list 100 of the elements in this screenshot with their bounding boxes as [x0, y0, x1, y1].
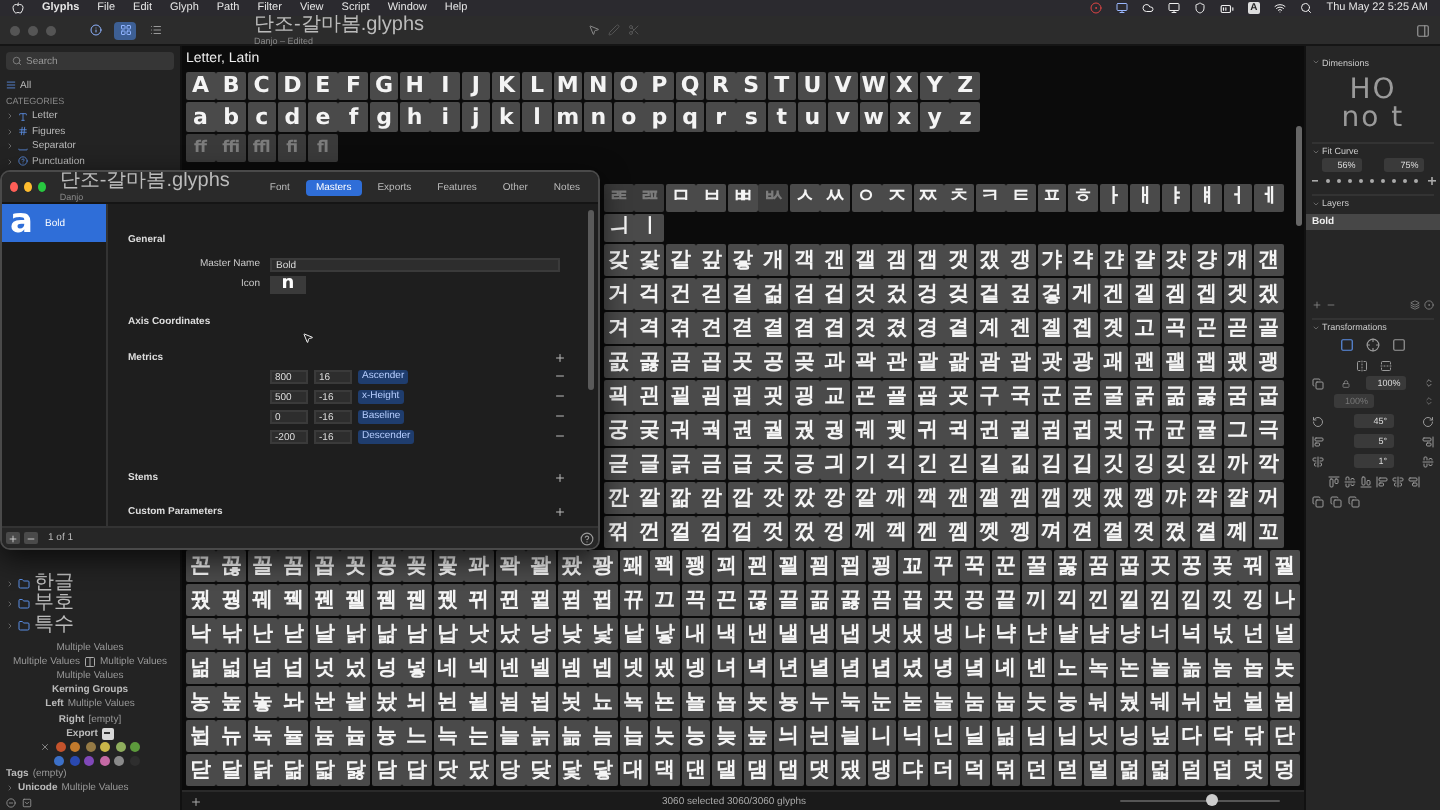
character-tile[interactable]: 넷: [619, 652, 649, 684]
character-tile[interactable]: 걋: [1161, 244, 1191, 276]
character-tile[interactable]: 경: [913, 312, 944, 344]
list-icon[interactable]: [149, 24, 161, 36]
character-tile[interactable]: 넜: [340, 652, 371, 684]
character-tile[interactable]: 담: [371, 754, 402, 786]
character-tile[interactable]: 그: [1223, 414, 1253, 446]
character-tile[interactable]: 놋: [1269, 652, 1300, 684]
character-tile[interactable]: 끈: [712, 584, 742, 616]
character-tile[interactable]: 꽂: [402, 550, 433, 582]
character-tile[interactable]: 괩: [1192, 346, 1222, 378]
color-swatch[interactable]: [69, 755, 80, 766]
character-tile[interactable]: 꼍: [1192, 516, 1222, 548]
character-tile[interactable]: 낯: [588, 618, 618, 650]
character-tile[interactable]: 댄: [681, 754, 711, 786]
character-tile[interactable]: 끊: [743, 584, 773, 616]
character-tile[interactable]: 껭: [1006, 516, 1036, 548]
character-tile[interactable]: 닉: [898, 720, 928, 752]
character-tile[interactable]: 뉘: [1177, 686, 1207, 718]
character-tile[interactable]: 같: [665, 244, 696, 276]
character-tile[interactable]: R: [706, 71, 736, 101]
character-tile[interactable]: 교: [820, 380, 851, 412]
character-tile[interactable]: 닿: [588, 754, 618, 786]
character-tile[interactable]: 깍: [1254, 448, 1284, 480]
character-tile[interactable]: 넴: [557, 652, 587, 684]
character-tile[interactable]: a: [186, 102, 215, 132]
character-tile[interactable]: 덞: [1115, 754, 1145, 786]
character-tile[interactable]: v: [828, 102, 858, 132]
character-tile[interactable]: ㅓ: [1223, 184, 1253, 212]
character-tile[interactable]: 갼: [1099, 244, 1129, 276]
character-tile[interactable]: 깁: [1068, 448, 1098, 480]
character-tile[interactable]: 낌: [1146, 584, 1176, 616]
add-icon[interactable]: [554, 506, 566, 518]
character-tile[interactable]: e: [308, 102, 338, 132]
character-tile[interactable]: 꿈: [1084, 550, 1114, 582]
character-tile[interactable]: 괸: [634, 380, 665, 412]
character-tile[interactable]: 냠: [1084, 618, 1114, 650]
zoom-button[interactable]: [37, 182, 46, 192]
character-tile[interactable]: 관: [882, 346, 913, 378]
character-tile[interactable]: B: [216, 71, 246, 101]
character-tile[interactable]: 넌: [1238, 618, 1269, 650]
character-tile[interactable]: ㅢ: [604, 214, 634, 242]
character-tile[interactable]: L: [522, 71, 552, 101]
character-tile[interactable]: ㅅ: [789, 184, 820, 212]
character-tile[interactable]: 껜: [913, 516, 944, 548]
character-tile[interactable]: 꽉: [495, 550, 526, 582]
character-tile[interactable]: 눗: [1022, 686, 1052, 718]
character-tile[interactable]: P: [644, 71, 674, 101]
character-tile[interactable]: 껍: [727, 516, 758, 548]
character-tile[interactable]: 곡: [1161, 312, 1191, 344]
character-tile[interactable]: 댐: [743, 754, 773, 786]
character-tile[interactable]: 눅: [836, 686, 866, 718]
character-tile[interactable]: 갗: [634, 244, 665, 276]
character-tile[interactable]: 겆: [944, 278, 975, 310]
character-tile[interactable]: 놘: [309, 686, 340, 718]
character-tile[interactable]: 넵: [588, 652, 618, 684]
character-tile[interactable]: 곳: [727, 346, 758, 378]
character-tile[interactable]: 꼈: [1161, 516, 1191, 548]
character-tile[interactable]: 넸: [650, 652, 680, 684]
character-tile[interactable]: 끼: [1022, 584, 1052, 616]
character-tile[interactable]: 냄: [805, 618, 835, 650]
character-tile[interactable]: 끓: [836, 584, 866, 616]
character-tile[interactable]: 긁: [665, 448, 696, 480]
character-tile[interactable]: ㅒ: [1192, 184, 1222, 212]
character-tile[interactable]: 갰: [975, 244, 1005, 276]
character-tile[interactable]: 곁: [944, 312, 975, 344]
character-tile[interactable]: 꾀: [712, 550, 742, 582]
character-tile[interactable]: 꼽: [309, 550, 340, 582]
character-tile[interactable]: 갚: [696, 244, 727, 276]
character-tile[interactable]: F: [338, 71, 368, 101]
character-tile[interactable]: 껨: [944, 516, 975, 548]
character-tile[interactable]: O: [614, 71, 644, 101]
character-tile[interactable]: 낳: [650, 618, 680, 650]
character-tile[interactable]: 껙: [882, 516, 913, 548]
character-tile[interactable]: M: [553, 71, 583, 101]
color-swatch[interactable]: [85, 742, 95, 753]
character-tile[interactable]: 꼼: [278, 550, 309, 582]
character-tile[interactable]: Y: [920, 71, 950, 101]
character-tile[interactable]: 깼: [1099, 482, 1129, 514]
character-tile[interactable]: 덟: [1146, 754, 1176, 786]
character-tile[interactable]: 갛: [727, 244, 758, 276]
character-tile[interactable]: 겉: [975, 278, 1005, 310]
character-tile[interactable]: 노: [1053, 652, 1083, 684]
character-tile[interactable]: 계: [975, 312, 1005, 344]
character-tile[interactable]: 굡: [913, 380, 944, 412]
character-tile[interactable]: 뀀: [371, 584, 402, 616]
character-tile[interactable]: 괬: [1223, 346, 1253, 378]
character-tile[interactable]: 낫: [464, 618, 495, 650]
character-tile[interactable]: 꿎: [1207, 550, 1238, 582]
character-tile[interactable]: n: [583, 102, 613, 132]
character-tile[interactable]: 굶: [1161, 380, 1191, 412]
character-tile[interactable]: 깬: [944, 482, 975, 514]
character-tile[interactable]: E: [308, 71, 338, 101]
character-tile[interactable]: 능: [681, 720, 711, 752]
character-tile[interactable]: 궂: [634, 414, 665, 446]
character-tile[interactable]: i: [430, 102, 460, 132]
character-tile[interactable]: 긺: [1006, 448, 1036, 480]
character-tile[interactable]: 꾑: [836, 550, 866, 582]
character-tile[interactable]: ㅈ: [882, 184, 913, 212]
character-tile[interactable]: 냑: [991, 618, 1021, 650]
